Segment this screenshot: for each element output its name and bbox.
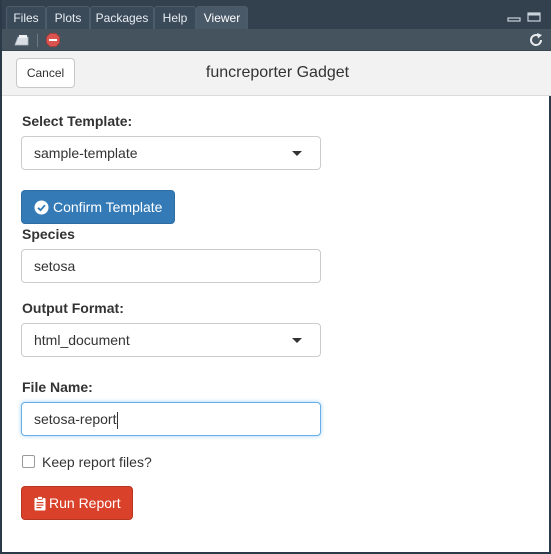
keep-report-files-checkbox[interactable] <box>22 455 35 468</box>
chevron-down-icon <box>292 151 302 156</box>
confirm-template-label: Confirm Template <box>53 199 163 215</box>
refresh-icon[interactable] <box>528 32 544 48</box>
stop-icon[interactable] <box>46 33 60 47</box>
cancel-button[interactable]: Cancel <box>16 58 75 88</box>
pane-tab-bar: Files Plots Packages Help Viewer <box>2 0 551 29</box>
check-circle-icon <box>34 200 49 215</box>
toolbar-divider <box>37 34 38 47</box>
confirm-template-button[interactable]: Confirm Template <box>21 190 175 224</box>
file-name-input[interactable]: setosa-report <box>21 402 321 436</box>
tab-help[interactable]: Help <box>154 6 196 29</box>
species-label: Species <box>22 226 75 242</box>
tab-viewer[interactable]: Viewer <box>196 6 248 29</box>
text-cursor <box>117 411 119 429</box>
viewer-pane: Files Plots Packages Help Viewer funcrep… <box>0 0 551 554</box>
output-format-label: Output Format: <box>22 300 124 316</box>
maximize-pane-icon[interactable] <box>527 12 541 22</box>
file-name-value: setosa-report <box>34 411 117 427</box>
clipboard-icon <box>34 496 46 511</box>
template-select[interactable]: sample-template <box>21 136 321 170</box>
output-format-value: html_document <box>34 332 130 348</box>
minimize-pane-icon[interactable] <box>507 12 521 22</box>
tab-files[interactable]: Files <box>6 6 46 29</box>
run-report-button[interactable]: Run Report <box>21 486 133 520</box>
viewer-toolbar <box>2 29 551 51</box>
run-report-label: Run Report <box>49 495 121 511</box>
species-input[interactable]: setosa <box>21 249 321 283</box>
gadget-title-bar: funcreporter Gadget Cancel <box>2 51 551 96</box>
chevron-down-icon <box>292 338 302 343</box>
clear-viewer-icon[interactable] <box>14 33 30 47</box>
output-format-select[interactable]: html_document <box>21 323 321 357</box>
tab-plots[interactable]: Plots <box>46 6 90 29</box>
keep-report-files-label: Keep report files? <box>42 454 152 470</box>
tab-packages[interactable]: Packages <box>90 6 154 29</box>
file-name-label: File Name: <box>22 379 93 395</box>
gadget-title: funcreporter Gadget <box>205 64 350 81</box>
template-select-value: sample-template <box>34 145 138 161</box>
template-label: Select Template: <box>22 113 133 129</box>
